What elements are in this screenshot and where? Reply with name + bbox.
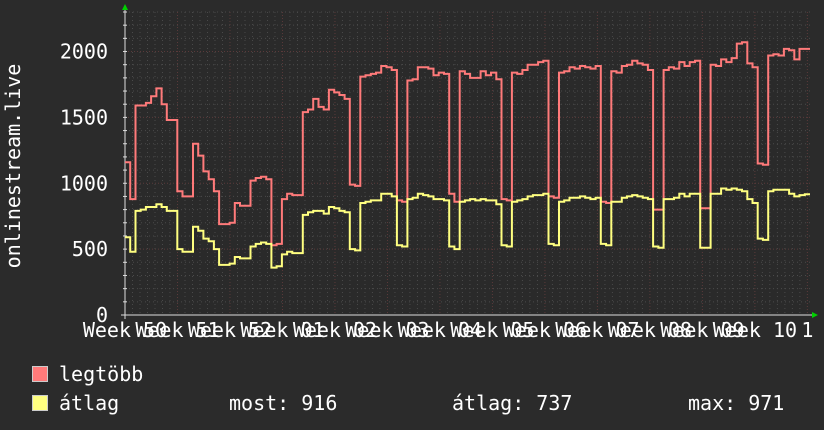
legend-item-max-series: legtöbb [32, 362, 802, 386]
legend-swatch-legtobb [32, 366, 48, 382]
y-axis-label: onlinestream.live [1, 64, 25, 269]
legend-label-atlag: átlag [59, 391, 120, 415]
stat-now: most: 916 [229, 391, 338, 415]
stat-max: max: 971 [688, 391, 785, 415]
plot-area [125, 12, 810, 315]
y-tick-labels: 0500100015002000 [60, 40, 108, 327]
legend-item-avg-series: átlag most: 916 átlag: 737 max: 971 [32, 391, 802, 415]
y-tick-label: 1000 [60, 171, 108, 195]
y-tick-label: 2000 [60, 40, 108, 64]
y-tick-label: 500 [72, 237, 108, 261]
legend-label-legtobb: legtöbb [59, 362, 144, 386]
x-tick-label: Week 10 [713, 318, 797, 342]
stat-average: átlag: 737 [452, 391, 573, 415]
y-axis-arrow [122, 4, 128, 10]
y-tick-label: 1500 [60, 105, 108, 129]
legend-swatch-atlag [32, 395, 48, 411]
x-tick-labels: Week 50Week 51Week 52Week 01Week 02Week … [83, 318, 814, 342]
x-tick-label: 1 [801, 318, 813, 342]
